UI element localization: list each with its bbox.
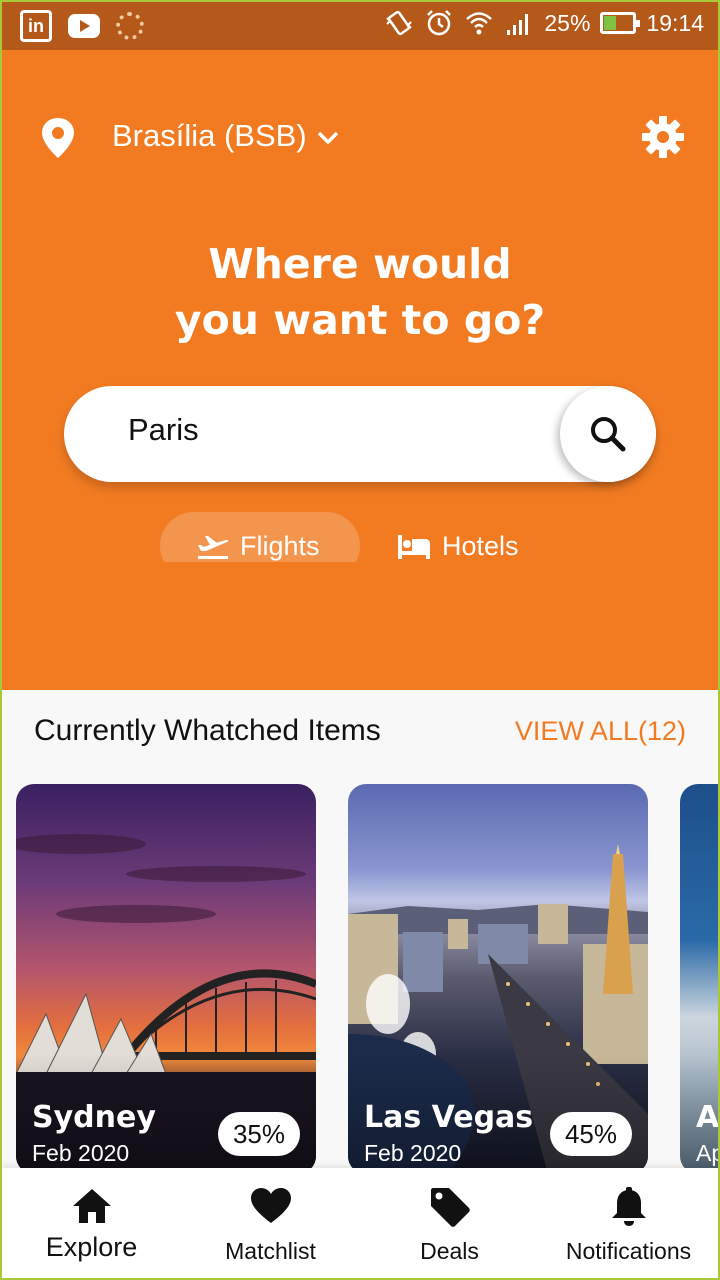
nav-notifications[interactable]: Notifications	[539, 1168, 718, 1278]
gear-icon[interactable]	[640, 114, 686, 160]
bottom-navigation: Explore Matchlist Deals Notifications	[2, 1168, 718, 1278]
tab-hotels-label: Hotels	[442, 530, 519, 561]
card-date: Feb 2020	[364, 1140, 462, 1166]
signal-icon	[507, 14, 529, 35]
search-bar	[64, 386, 656, 482]
app-screen: in 25% 19:14 Brasília (BSB) Where would …	[0, 0, 720, 1280]
card-title: Las Vegas	[364, 1100, 534, 1135]
card-date: Feb 2020	[32, 1140, 130, 1166]
home-icon	[72, 1189, 111, 1223]
linkedin-icon: in	[20, 10, 52, 42]
tag-icon	[430, 1188, 470, 1227]
bell-icon	[611, 1187, 646, 1226]
search-button[interactable]	[560, 386, 656, 482]
bed-icon	[398, 535, 430, 559]
page-headline: Where would you want to go?	[2, 236, 718, 348]
battery-percentage: 25%	[544, 9, 591, 36]
nav-matchlist-label: Matchlist	[225, 1238, 316, 1264]
location-label[interactable]: Brasília (BSB)	[112, 118, 307, 154]
app-icon	[116, 12, 144, 40]
airplane-icon	[198, 536, 229, 559]
battery-icon	[600, 12, 641, 34]
headline-line-1: Where would	[208, 240, 512, 288]
watched-card-sydney[interactable]: Sydney Feb 2020 35%	[16, 784, 316, 1174]
status-left-icons: in	[20, 10, 144, 42]
nav-explore-label: Explore	[45, 1232, 138, 1262]
section-title: Currently Whatched Items	[34, 714, 381, 747]
search-input[interactable]	[128, 412, 548, 448]
hero-wave-divider	[2, 562, 718, 682]
wifi-icon	[466, 12, 493, 35]
view-all-link[interactable]: VIEW ALL(12)	[515, 716, 686, 747]
vibrate-icon	[386, 10, 413, 36]
map-pin-icon[interactable]	[38, 116, 78, 160]
watched-card-partial[interactable]: A Ap	[680, 784, 720, 1174]
nav-explore[interactable]: Explore	[2, 1168, 181, 1278]
clock: 19:14	[646, 9, 704, 36]
tab-flights-label: Flights	[240, 530, 320, 561]
discount-badge: 35%	[218, 1112, 300, 1156]
search-icon	[591, 417, 626, 452]
nav-matchlist[interactable]: Matchlist	[181, 1168, 360, 1278]
chevron-down-icon[interactable]	[314, 124, 342, 152]
status-bar: in 25% 19:14	[2, 2, 718, 50]
card-date: Ap	[696, 1140, 718, 1166]
headline-line-2: you want to go?	[174, 296, 546, 344]
card-title: Sydney	[32, 1100, 156, 1135]
heart-icon	[250, 1188, 291, 1223]
card-title: A	[696, 1100, 720, 1135]
nav-deals-label: Deals	[420, 1238, 479, 1264]
discount-badge: 45%	[550, 1112, 632, 1156]
watched-card-las-vegas[interactable]: Las Vegas Feb 2020 45%	[348, 784, 648, 1174]
alarm-icon	[427, 10, 452, 36]
nav-notifications-label: Notifications	[565, 1238, 692, 1264]
youtube-icon	[68, 14, 100, 38]
nav-deals[interactable]: Deals	[360, 1168, 539, 1278]
status-right-icons: 25% 19:14	[384, 8, 704, 38]
